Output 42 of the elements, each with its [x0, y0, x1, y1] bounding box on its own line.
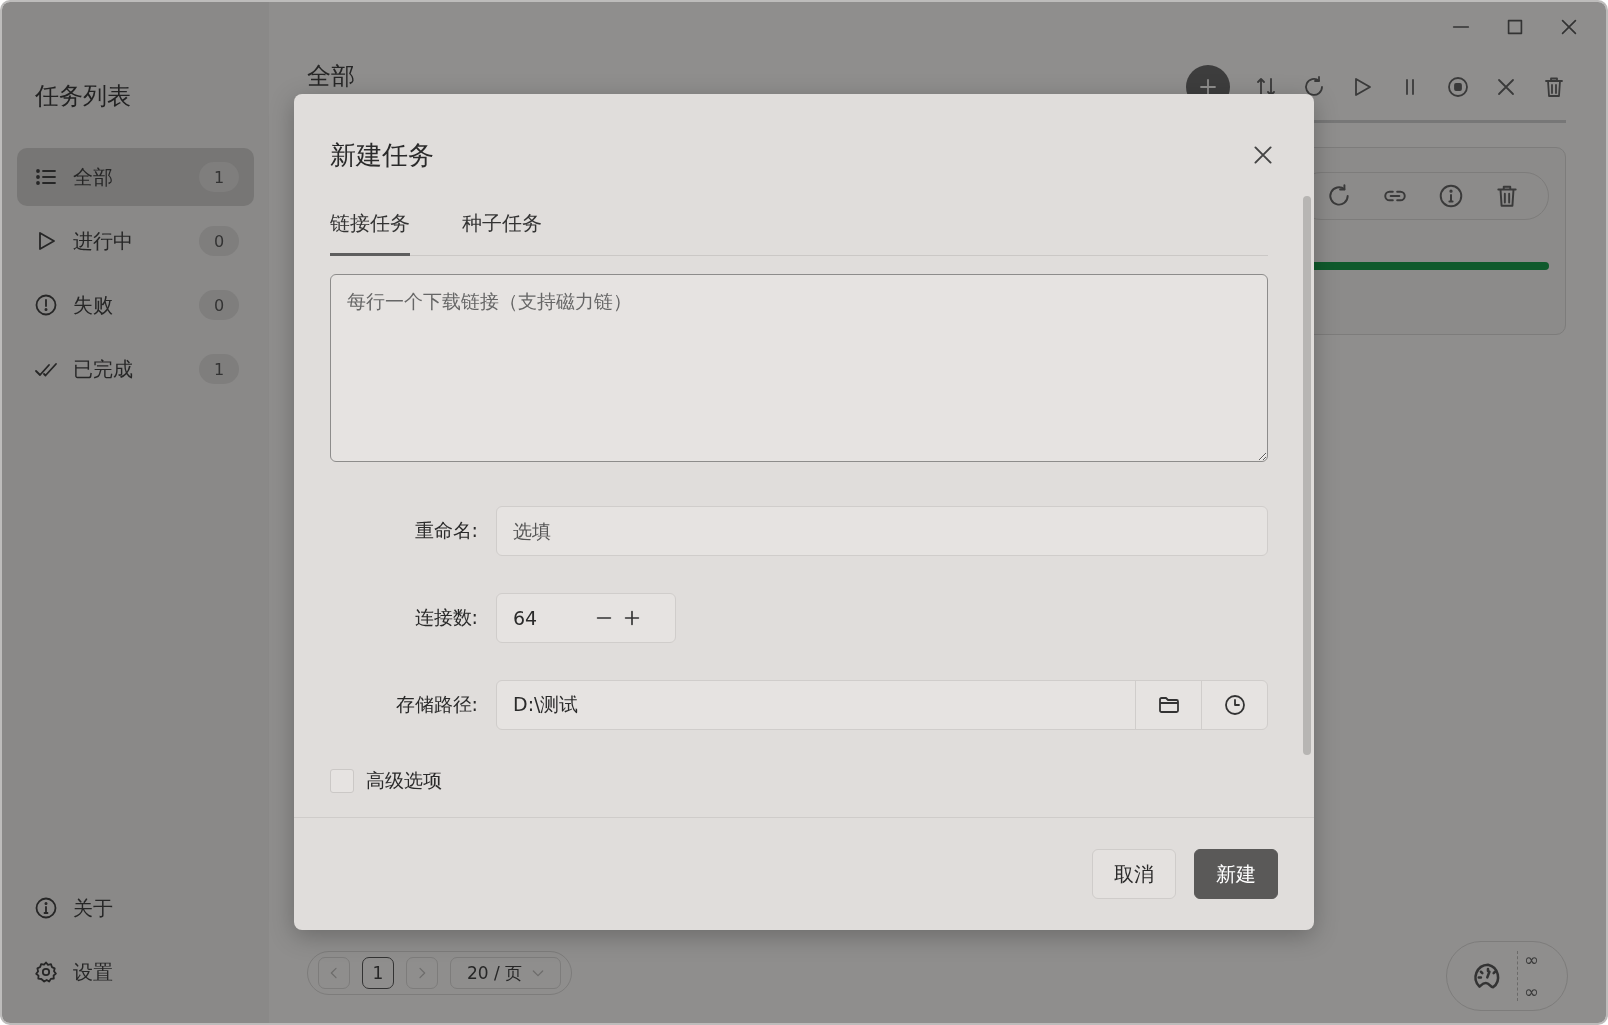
checkbox[interactable]	[330, 769, 354, 793]
alert-icon	[34, 293, 58, 317]
info-icon[interactable]	[1438, 183, 1464, 209]
page-size-select[interactable]: 20 / 页	[450, 957, 562, 989]
sidebar-item[interactable]: 关于	[17, 879, 254, 937]
stop-icon[interactable]	[1446, 75, 1470, 99]
dialog-title: 新建任务	[330, 138, 434, 172]
field-label: 连接数:	[413, 605, 478, 630]
trash-icon[interactable]	[1494, 183, 1520, 209]
tab[interactable]: 种子任务	[462, 210, 542, 256]
tab[interactable]: 链接任务	[330, 210, 410, 256]
links-textarea[interactable]: 每行一个下载链接（支持磁力链）	[330, 274, 1268, 462]
count-badge: 1	[199, 162, 239, 192]
path-input[interactable]: D:\测试	[497, 694, 1135, 716]
field-label: 存储路径:	[394, 692, 478, 717]
sidebar-item[interactable]: 已完成 1	[17, 340, 254, 398]
number-stepper[interactable]: 64	[496, 593, 676, 643]
page-heading: 全部	[307, 61, 355, 92]
refresh-icon[interactable]	[1302, 75, 1326, 99]
count-badge: 0	[199, 226, 239, 256]
count-badge: 1	[199, 354, 239, 384]
sidebar-item[interactable]: 全部 1	[17, 148, 254, 206]
checkbox-label: 高级选项	[366, 768, 442, 793]
page-number-button[interactable]: 1	[362, 957, 394, 989]
sidebar-item[interactable]: 进行中 0	[17, 212, 254, 270]
settings-icon	[34, 960, 58, 984]
trash-icon[interactable]	[1542, 75, 1566, 99]
cancel-button[interactable]: 取消	[1092, 849, 1176, 899]
download-limit: ∞	[1524, 983, 1539, 1001]
number-input[interactable]: 64	[497, 607, 587, 629]
sidebar-item[interactable]: 失败 0	[17, 276, 254, 334]
sidebar-title: 任务列表	[35, 81, 131, 112]
input-field[interactable]: 选填	[496, 506, 1268, 556]
scrollbar-thumb[interactable]	[1303, 196, 1311, 755]
count-badge: 0	[199, 290, 239, 320]
field-label: 重命名:	[413, 518, 478, 543]
create-button[interactable]: 新建	[1194, 849, 1278, 899]
sidebar-item[interactable]: 设置	[17, 943, 254, 1001]
clock-icon[interactable]	[1222, 693, 1247, 717]
info-icon	[34, 896, 58, 920]
path-picker[interactable]: D:\测试	[496, 680, 1268, 730]
upload-limit: ∞	[1524, 951, 1539, 969]
